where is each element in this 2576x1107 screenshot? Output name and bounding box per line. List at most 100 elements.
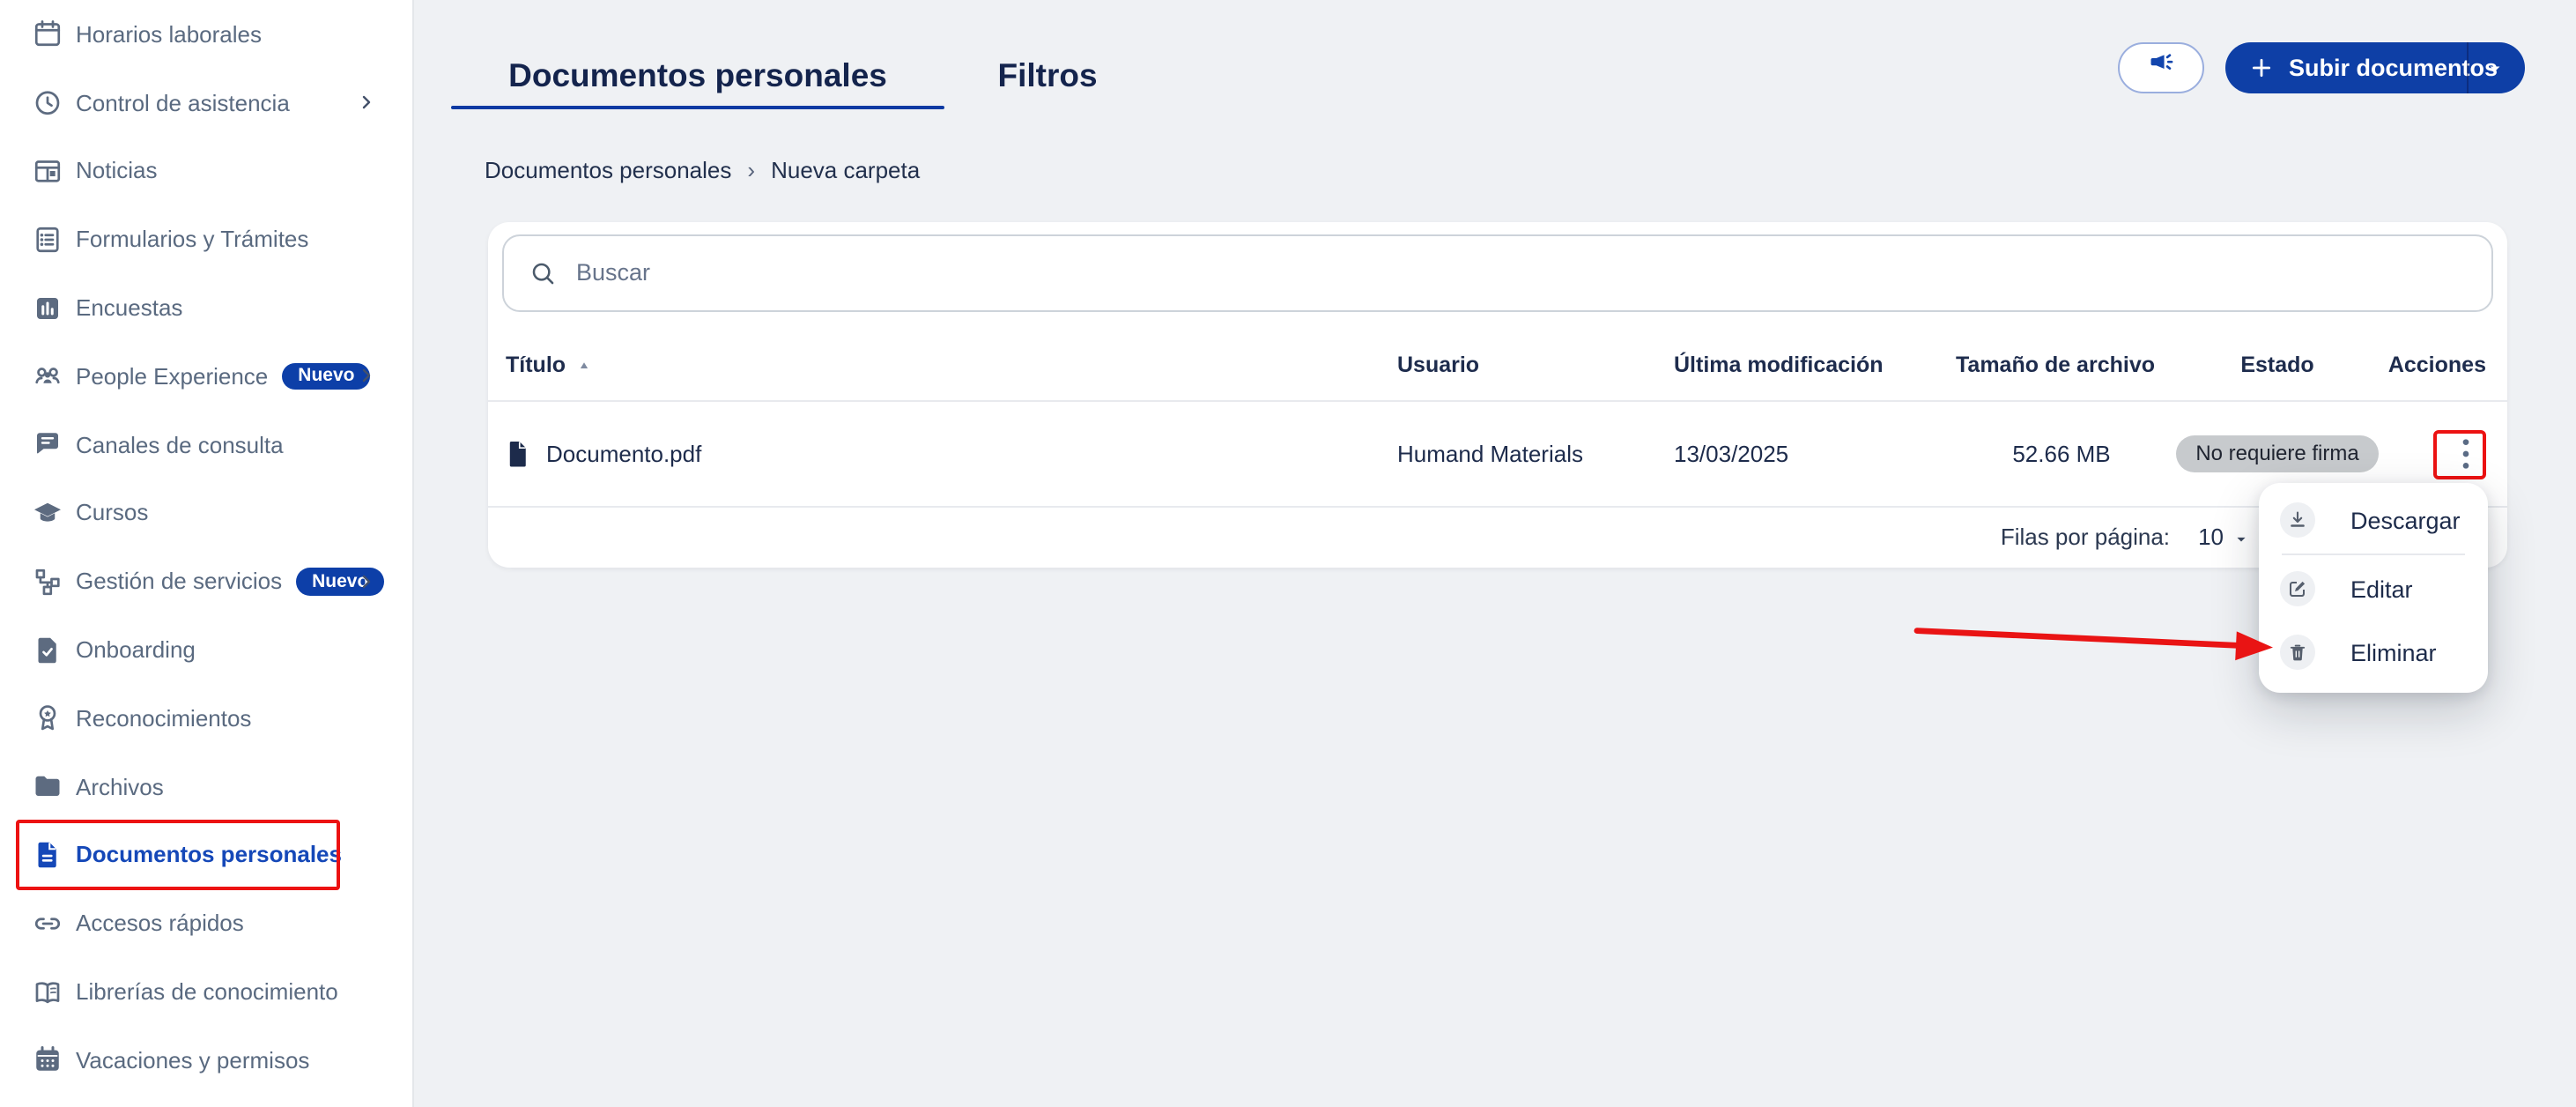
sidebar-item-label: Canales de consulta xyxy=(76,431,284,457)
sidebar-item-people-experience[interactable]: People Experience Nuevo xyxy=(0,342,412,411)
breadcrumb: Documentos personales › Nueva carpeta xyxy=(485,157,920,183)
sidebar-item-label: Control de asistencia xyxy=(76,89,290,115)
menu-item-edit[interactable]: Editar xyxy=(2259,557,2488,620)
breadcrumb-current: Nueva carpeta xyxy=(771,157,920,183)
upload-documents-button[interactable]: Subir documentos xyxy=(2225,42,2525,93)
sidebar-item-label: People Experience xyxy=(76,363,268,390)
chevron-right-icon xyxy=(356,571,377,592)
sidebar-item-archivos[interactable]: Archivos xyxy=(0,753,412,821)
edit-icon xyxy=(2280,571,2315,606)
document-size-cell: 52.66 MB xyxy=(1938,441,2185,467)
document-actions-cell xyxy=(2370,431,2493,477)
status-badge: No requiere firma xyxy=(2176,435,2378,472)
graduation-cap-icon xyxy=(32,497,63,529)
row-context-menu: Descargar Editar Eliminar xyxy=(2259,483,2488,693)
announcements-button[interactable] xyxy=(2118,42,2204,93)
chat-icon xyxy=(32,428,63,460)
main-content: Documentos personales Filtros Subir docu… xyxy=(414,0,2576,1107)
rows-per-page-label: Filas por página: xyxy=(2001,524,2170,550)
chevron-right-icon xyxy=(356,366,377,387)
sidebar-item-noticias[interactable]: Noticias xyxy=(0,137,412,205)
menu-item-delete[interactable]: Eliminar xyxy=(2259,620,2488,684)
column-header-tamano[interactable]: Tamaño de archivo xyxy=(1938,353,2185,378)
sidebar-item-label: Noticias xyxy=(76,158,158,184)
sort-asc-icon xyxy=(576,358,592,374)
breadcrumb-separator: › xyxy=(747,157,755,183)
chevron-right-icon xyxy=(356,92,377,113)
sidebar-item-label: Accesos rápidos xyxy=(76,910,244,937)
document-title: Documento.pdf xyxy=(546,441,701,467)
trash-icon xyxy=(2280,635,2315,670)
sidebar-item-label: Reconocimientos xyxy=(76,705,251,732)
sidebar-item-label: Vacaciones y permisos xyxy=(76,1047,309,1074)
sidebar-item-label: Documentos personales xyxy=(76,842,342,868)
document-modified-cell: 13/03/2025 xyxy=(1674,441,1938,467)
sidebar-item-vacaciones[interactable]: Vacaciones y permisos xyxy=(0,1026,412,1095)
document-title-cell[interactable]: Documento.pdf xyxy=(506,439,1397,469)
plus-icon xyxy=(2250,56,2273,79)
document-status-cell: No requiere firma xyxy=(2185,435,2370,472)
calendar-icon xyxy=(32,19,63,50)
sidebar-item-encuestas[interactable]: Encuestas xyxy=(0,273,412,342)
sidebar-item-label: Cursos xyxy=(76,500,148,526)
file-icon xyxy=(506,439,530,469)
download-icon xyxy=(2280,502,2315,538)
search-box xyxy=(502,234,2493,311)
caret-down-icon[interactable] xyxy=(2484,58,2506,79)
sidebar-item-control-asistencia[interactable]: Control de asistencia xyxy=(0,69,412,137)
table-row[interactable]: Documento.pdf Humand Materials 13/03/202… xyxy=(488,402,2507,507)
link-icon xyxy=(32,908,63,940)
sidebar-item-gestion-servicios[interactable]: Gestión de servicios Nuevo xyxy=(0,547,412,616)
medal-icon xyxy=(32,702,63,734)
document-icon xyxy=(32,839,63,871)
sidebar: Horarios laborales Control de asistencia… xyxy=(0,0,414,1107)
clock-icon xyxy=(32,86,63,118)
tab-documentos-personales[interactable]: Documentos personales xyxy=(451,46,944,106)
sidebar-item-label: Onboarding xyxy=(76,636,196,663)
people-icon xyxy=(32,360,63,392)
active-tab-underline xyxy=(451,105,944,109)
column-header-estado[interactable]: Estado xyxy=(2185,353,2370,378)
column-header-ultima-modificacion[interactable]: Última modificación xyxy=(1674,353,1938,378)
button-divider xyxy=(2467,42,2469,93)
sidebar-item-horarios-laborales[interactable]: Horarios laborales xyxy=(0,0,412,69)
sidebar-item-accesos-rapidos[interactable]: Accesos rápidos xyxy=(0,889,412,958)
sidebar-item-label: Gestión de servicios xyxy=(76,568,282,595)
search-icon xyxy=(529,258,557,286)
sidebar-item-label: Horarios laborales xyxy=(76,21,262,48)
sidebar-item-formularios[interactable]: Formularios y Trámites xyxy=(0,205,412,274)
sidebar-item-onboarding[interactable]: Onboarding xyxy=(0,615,412,684)
sidebar-item-documentos-personales[interactable]: Documentos personales xyxy=(0,821,412,889)
book-icon xyxy=(32,976,63,1007)
caret-down-icon xyxy=(2232,530,2250,547)
bar-chart-icon xyxy=(32,292,63,323)
app-root: Horarios laborales Control de asistencia… xyxy=(0,0,2576,1107)
search-input[interactable] xyxy=(573,257,2491,287)
sidebar-item-canales-consulta[interactable]: Canales de consulta xyxy=(0,411,412,479)
sidebar-item-label: Formularios y Trámites xyxy=(76,227,308,253)
column-header-usuario[interactable]: Usuario xyxy=(1397,353,1674,378)
sidebar-item-cursos[interactable]: Cursos xyxy=(0,479,412,547)
menu-item-download[interactable]: Descargar xyxy=(2259,488,2488,552)
sidebar-item-reconocimientos[interactable]: Reconocimientos xyxy=(0,684,412,753)
column-header-acciones: Acciones xyxy=(2370,353,2493,378)
sidebar-item-librerias[interactable]: Librerías de conocimiento xyxy=(0,957,412,1026)
pagination-bar: Filas por página: 10 xyxy=(488,507,2507,567)
breadcrumb-root[interactable]: Documentos personales xyxy=(485,157,731,183)
calendar-dots-icon xyxy=(32,1044,63,1076)
table-header-row: Título Usuario Última modificación Tamañ… xyxy=(488,331,2507,402)
newspaper-icon xyxy=(32,155,63,187)
sidebar-item-label: Archivos xyxy=(76,773,164,799)
document-user-cell: Humand Materials xyxy=(1397,441,1674,467)
tab-filtros[interactable]: Filtros xyxy=(999,46,1096,106)
column-header-titulo[interactable]: Título xyxy=(506,353,1397,378)
row-actions-menu-button[interactable] xyxy=(2442,431,2488,477)
documents-card: Título Usuario Última modificación Tamañ… xyxy=(488,221,2507,567)
folder-icon xyxy=(32,770,63,802)
form-icon xyxy=(32,224,63,256)
megaphone-icon xyxy=(2146,48,2176,87)
sidebar-item-label: Librerías de conocimiento xyxy=(76,978,338,1005)
sidebar-item-label: Encuestas xyxy=(76,294,182,321)
rows-per-page-select[interactable]: 10 xyxy=(2198,524,2250,550)
document-check-icon xyxy=(32,634,63,665)
